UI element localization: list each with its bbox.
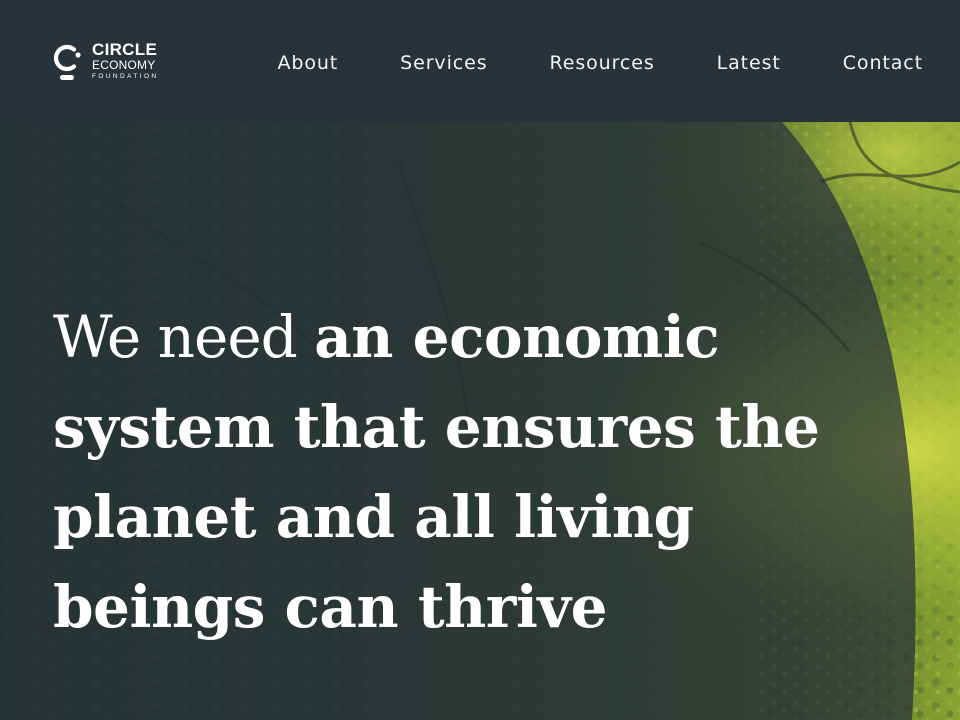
logo-link[interactable]: CIRCLE ECONOMY FOUNDATION bbox=[52, 40, 182, 84]
logo-text-economy: ECONOMY bbox=[92, 58, 156, 72]
nav-services[interactable]: Services bbox=[400, 52, 487, 74]
logo-text-circle: CIRCLE bbox=[92, 40, 158, 59]
logo-text-foundation: FOUNDATION bbox=[92, 73, 159, 80]
hero-heading: We need an economic system that ensures … bbox=[53, 292, 853, 652]
nav-resources[interactable]: Resources bbox=[550, 52, 655, 74]
nav-contact[interactable]: Contact bbox=[843, 52, 923, 74]
hero-section: We need an economic system that ensures … bbox=[0, 122, 960, 720]
hero-heading-light: We need bbox=[53, 303, 315, 371]
circle-economy-logo-icon bbox=[53, 44, 81, 80]
site-header: CIRCLE ECONOMY FOUNDATION About Services… bbox=[0, 0, 960, 122]
page: CIRCLE ECONOMY FOUNDATION About Services… bbox=[0, 0, 960, 720]
main-nav: About Services Resources Latest Contact bbox=[277, 49, 923, 77]
nav-latest[interactable]: Latest bbox=[717, 52, 781, 74]
nav-about[interactable]: About bbox=[277, 52, 338, 74]
